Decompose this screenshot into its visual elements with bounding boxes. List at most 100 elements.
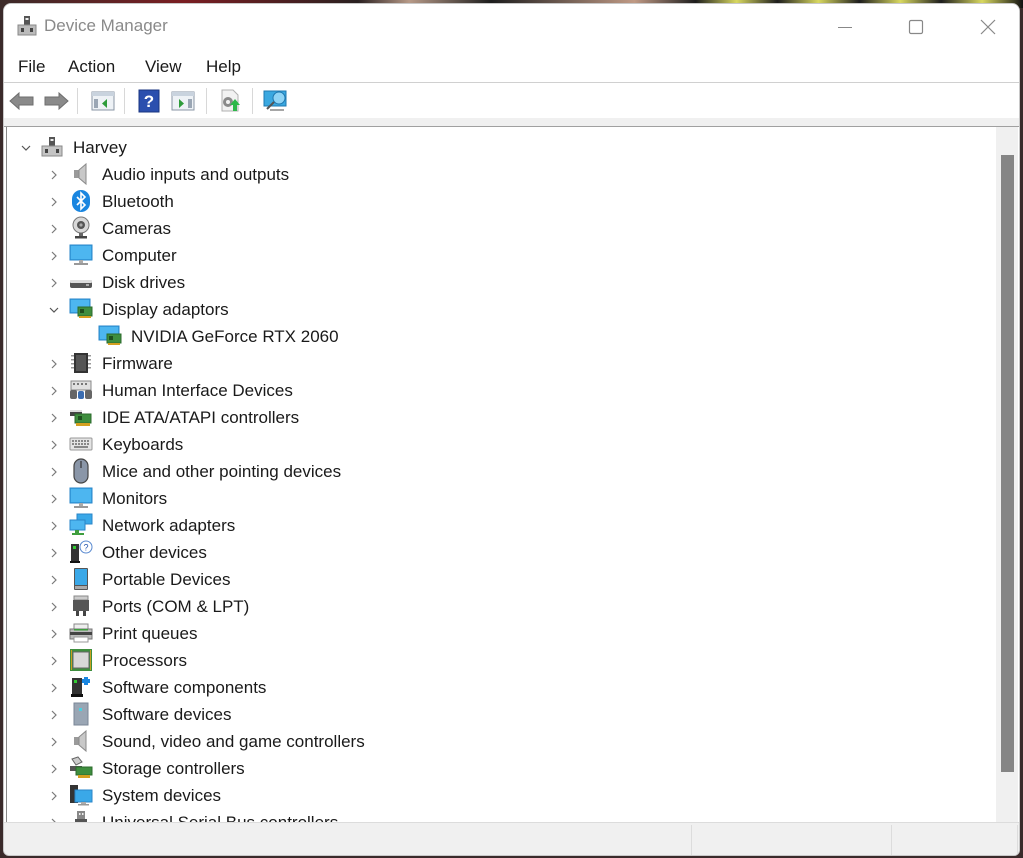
maximize-icon — [908, 19, 924, 34]
tree-category-node[interactable]: Print queues — [7, 620, 987, 647]
tree-category-node[interactable]: Portable Devices — [7, 566, 987, 593]
help-button[interactable]: ? — [135, 88, 163, 114]
tree-category-node[interactable]: Keyboards — [7, 431, 987, 458]
menu-action[interactable]: Action — [68, 57, 115, 77]
tree-category-node[interactable]: Audio inputs and outputs — [7, 161, 987, 188]
tree-node-label: Ports (COM & LPT) — [102, 597, 250, 616]
device-manager-window: Device Manager File Action View Help ? H… — [3, 3, 1020, 856]
tree-device-node[interactable]: NVIDIA GeForce RTX 2060 — [7, 323, 987, 350]
tree-root-node[interactable]: Harvey — [7, 134, 987, 161]
chevron-right-icon[interactable] — [47, 735, 61, 749]
tree-category-node[interactable]: Network adapters — [7, 512, 987, 539]
show-hide-action-pane-button[interactable] — [169, 88, 197, 114]
help-icon: ? — [138, 89, 160, 113]
toolbar-separator — [206, 88, 207, 114]
chevron-right-icon[interactable] — [47, 249, 61, 263]
minimize-icon — [838, 26, 852, 28]
chevron-right-icon[interactable] — [47, 600, 61, 614]
monitor-icon — [69, 243, 93, 267]
chevron-right-icon[interactable] — [47, 195, 61, 209]
tree-category-node[interactable]: Ports (COM & LPT) — [7, 593, 987, 620]
webcam-icon — [69, 216, 93, 240]
chevron-right-icon[interactable] — [47, 492, 61, 506]
tree-category-node[interactable]: Processors — [7, 647, 987, 674]
scan-hardware-button[interactable] — [262, 88, 290, 114]
title-bar[interactable]: Device Manager — [4, 4, 1019, 49]
toolbar: ? — [4, 83, 1019, 119]
printer-icon — [69, 621, 93, 645]
toolbar-bottom-border — [4, 118, 1019, 127]
maximize-button[interactable] — [893, 4, 939, 49]
tree-node-label: Human Interface Devices — [102, 381, 293, 400]
update-driver-button[interactable] — [216, 88, 244, 114]
chevron-right-icon[interactable] — [47, 573, 61, 587]
tree-category-node[interactable]: Universal Serial Bus controllers — [7, 809, 987, 822]
chevron-right-icon[interactable] — [47, 276, 61, 290]
menu-view[interactable]: View — [145, 57, 182, 77]
tree-category-node[interactable]: Software components — [7, 674, 987, 701]
tree-node-label: Disk drives — [102, 273, 186, 292]
chevron-right-icon[interactable] — [47, 519, 61, 533]
tree-category-node[interactable]: Bluetooth — [7, 188, 987, 215]
controller-card-icon — [69, 405, 93, 429]
hid-icon — [69, 378, 93, 402]
tree-category-node[interactable]: Computer — [7, 242, 987, 269]
update-driver-icon — [221, 89, 240, 112]
bluetooth-icon — [69, 189, 93, 213]
tree-category-node[interactable]: Display adaptors — [7, 296, 987, 323]
chevron-down-icon[interactable] — [47, 303, 61, 317]
chevron-right-icon[interactable] — [47, 357, 61, 371]
chevron-right-icon[interactable] — [47, 411, 61, 425]
window-title: Device Manager — [44, 16, 168, 35]
vertical-scrollbar[interactable] — [996, 127, 1018, 822]
tree-category-node[interactable]: Cameras — [7, 215, 987, 242]
tree-category-node[interactable]: ? Other devices — [7, 539, 987, 566]
tree-node-label: Mice and other pointing devices — [102, 462, 342, 481]
chevron-right-icon[interactable] — [47, 222, 61, 236]
tree-category-node[interactable]: Disk drives — [7, 269, 987, 296]
chevron-right-icon[interactable] — [47, 789, 61, 803]
chevron-right-icon[interactable] — [47, 384, 61, 398]
tree-category-node[interactable]: Software devices — [7, 701, 987, 728]
chevron-right-icon[interactable] — [47, 762, 61, 776]
display-adapter-icon — [98, 324, 122, 348]
tree-category-node[interactable]: Sound, video and game controllers — [7, 728, 987, 755]
chevron-right-icon[interactable] — [47, 654, 61, 668]
chevron-right-icon[interactable] — [47, 168, 61, 182]
tree-category-node[interactable]: Monitors — [7, 485, 987, 512]
status-cell-secondary — [692, 825, 892, 855]
chevron-right-icon[interactable] — [47, 465, 61, 479]
chevron-right-icon[interactable] — [47, 708, 61, 722]
tree-node-label: Cameras — [102, 219, 171, 238]
keyboard-icon — [69, 432, 93, 456]
chevron-right-icon[interactable] — [47, 546, 61, 560]
tree-node-label: Universal Serial Bus controllers — [102, 813, 338, 822]
tree-category-node[interactable]: IDE ATA/ATAPI controllers — [7, 404, 987, 431]
tree-category-node[interactable]: Firmware — [7, 350, 987, 377]
tree-category-node[interactable]: Storage controllers — [7, 755, 987, 782]
back-button[interactable] — [8, 88, 36, 114]
show-hide-console-tree-button[interactable] — [89, 88, 117, 114]
svg-text:?: ? — [83, 543, 88, 553]
close-button[interactable] — [965, 4, 1011, 49]
chevron-right-icon[interactable] — [47, 438, 61, 452]
tree-node-label: Software devices — [102, 705, 232, 724]
forward-button[interactable] — [42, 88, 70, 114]
chip-icon — [69, 351, 93, 375]
device-tree[interactable]: Harvey Audio inputs and outputs Bluetooth C… — [6, 127, 996, 822]
tree-category-node[interactable]: Mice and other pointing devices — [7, 458, 987, 485]
chevron-right-icon[interactable] — [47, 627, 61, 641]
scrollbar-thumb[interactable] — [1001, 155, 1014, 772]
device-manager-app-icon — [17, 15, 37, 37]
chevron-down-icon[interactable] — [19, 141, 33, 155]
tree-node-label: Storage controllers — [102, 759, 245, 778]
tree-node-label: NVIDIA GeForce RTX 2060 — [131, 327, 339, 346]
menu-file[interactable]: File — [18, 57, 45, 77]
tree-category-node[interactable]: System devices — [7, 782, 987, 809]
tree-node-label: Software components — [102, 678, 267, 697]
chevron-right-icon[interactable] — [47, 681, 61, 695]
tree-category-node[interactable]: Human Interface Devices — [7, 377, 987, 404]
scan-hardware-icon — [263, 90, 287, 111]
minimize-button[interactable] — [822, 4, 868, 49]
menu-help[interactable]: Help — [206, 57, 241, 77]
